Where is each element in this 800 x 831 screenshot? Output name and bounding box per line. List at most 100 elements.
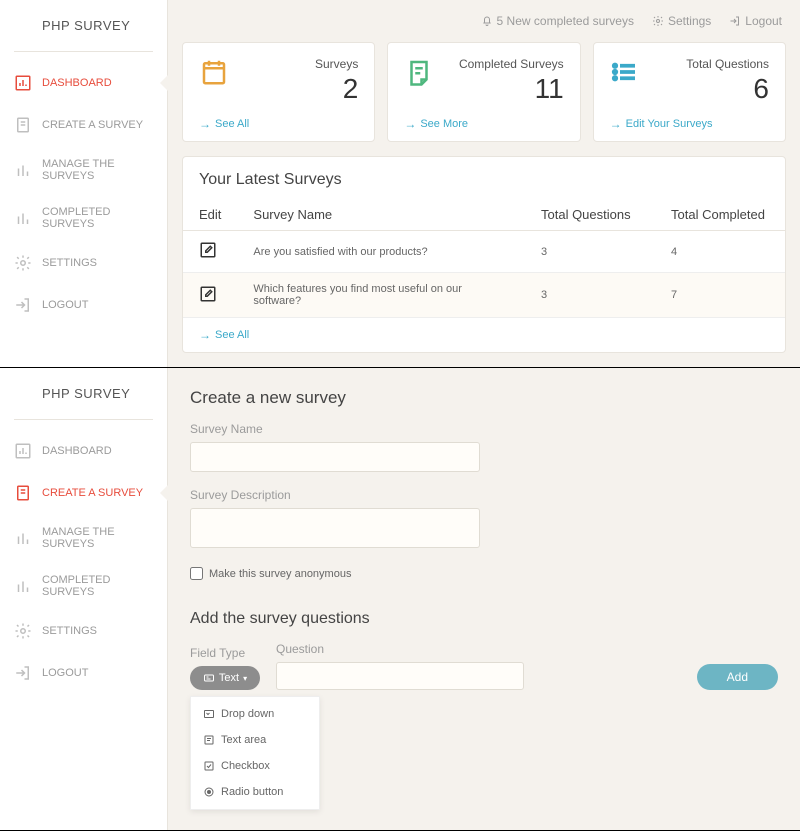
settings-link[interactable]: Settings <box>652 14 711 28</box>
question-label: Question <box>276 642 524 656</box>
th-name: Survey Name <box>237 199 525 231</box>
sidebar: PHP SURVEY DASHBOARD CREATE A SURVEY MAN… <box>0 368 168 830</box>
logout-icon <box>14 664 32 682</box>
app-title: PHP SURVEY <box>0 368 167 419</box>
logout-link[interactable]: Logout <box>729 14 782 28</box>
calendar-icon <box>199 57 229 87</box>
list-icon <box>610 57 640 87</box>
sidebar-item-manage[interactable]: MANAGE THE SURVEYS <box>0 514 167 562</box>
table-row: Are you satisfied with our products? 3 4 <box>183 231 785 273</box>
field-type-dropdown: Drop down Text area Checkbox Radio butto… <box>190 696 320 810</box>
note-icon <box>404 57 434 87</box>
card-label: Surveys <box>315 57 358 71</box>
card-label: Total Questions <box>686 57 769 71</box>
questions-title: Add the survey questions <box>190 610 778 628</box>
latest-surveys-panel: Your Latest Surveys Edit Survey Name Tot… <box>182 156 786 353</box>
anonymous-label: Make this survey anonymous <box>209 568 351 580</box>
card-surveys: Surveys 2 →See All <box>182 42 375 142</box>
stat-cards: Surveys 2 →See All Completed Surveys 11 … <box>168 42 800 156</box>
question-input[interactable] <box>276 662 524 690</box>
sidebar-label: DASHBOARD <box>42 77 112 89</box>
arrow-icon: → <box>610 117 622 131</box>
textarea-icon <box>203 734 215 746</box>
survey-desc-label: Survey Description <box>190 488 778 502</box>
text-icon <box>203 672 215 684</box>
sidebar-label: COMPLETED SURVEYS <box>42 206 153 230</box>
bars-icon <box>14 577 32 595</box>
sidebar-label: SETTINGS <box>42 257 97 269</box>
anonymous-checkbox[interactable] <box>190 567 203 580</box>
card-completed: Completed Surveys 11 →See More <box>387 42 580 142</box>
chart-icon <box>14 74 32 92</box>
cell-questions: 3 <box>525 273 655 318</box>
arrow-icon: → <box>199 328 211 342</box>
gear-icon <box>652 15 664 27</box>
cell-questions: 3 <box>525 231 655 273</box>
sidebar-label: LOGOUT <box>42 299 88 311</box>
add-button[interactable]: Add <box>697 664 778 690</box>
dropdown-item-dropdown[interactable]: Drop down <box>191 701 319 727</box>
sidebar-item-logout[interactable]: LOGOUT <box>0 284 167 326</box>
card-value: 6 <box>686 73 769 105</box>
sidebar-item-dashboard[interactable]: DASHBOARD <box>0 430 167 472</box>
divider <box>14 51 153 52</box>
edit-icon[interactable] <box>199 241 217 259</box>
anonymous-row[interactable]: Make this survey anonymous <box>190 567 778 580</box>
notifications-link[interactable]: 5 New completed surveys <box>481 14 634 28</box>
card-link-see-all[interactable]: →See All <box>199 117 358 131</box>
th-completed: Total Completed <box>655 199 785 231</box>
dropdown-item-radio[interactable]: Radio button <box>191 779 319 805</box>
bars-icon <box>14 529 32 547</box>
table-row: Which features you find most useful on o… <box>183 273 785 318</box>
sidebar-item-settings[interactable]: SETTINGS <box>0 242 167 284</box>
sidebar-label: DASHBOARD <box>42 445 112 457</box>
sidebar-item-create[interactable]: CREATE A SURVEY <box>0 104 167 146</box>
sidebar-item-logout[interactable]: LOGOUT <box>0 652 167 694</box>
field-type-label: Field Type <box>190 646 260 660</box>
sidebar-item-dashboard[interactable]: DASHBOARD <box>0 62 167 104</box>
card-link-edit-surveys[interactable]: →Edit Your Surveys <box>610 117 769 131</box>
sidebar-item-manage[interactable]: MANAGE THE SURVEYS <box>0 146 167 194</box>
sidebar-label: CREATE A SURVEY <box>42 119 143 131</box>
bell-icon <box>481 15 493 27</box>
sidebar-label: SETTINGS <box>42 625 97 637</box>
bars-icon <box>14 161 32 179</box>
dropdown-item-checkbox[interactable]: Checkbox <box>191 753 319 779</box>
edit-icon[interactable] <box>199 285 217 303</box>
card-value: 11 <box>459 73 564 105</box>
logout-icon <box>14 296 32 314</box>
document-icon <box>14 116 32 134</box>
survey-name-input[interactable] <box>190 442 480 472</box>
sidebar-item-settings[interactable]: SETTINGS <box>0 610 167 652</box>
survey-desc-input[interactable] <box>190 508 480 548</box>
cell-completed: 7 <box>655 273 785 318</box>
sidebar-item-completed[interactable]: COMPLETED SURVEYS <box>0 194 167 242</box>
settings-text: Settings <box>668 14 711 28</box>
card-link-see-more[interactable]: →See More <box>404 117 563 131</box>
topbar: 5 New completed surveys Settings Logout <box>168 0 800 42</box>
surveys-table: Edit Survey Name Total Questions Total C… <box>183 199 785 318</box>
document-icon <box>14 484 32 502</box>
field-type-button[interactable]: Text ▾ <box>190 666 260 690</box>
sidebar: PHP SURVEY DASHBOARD CREATE A SURVEY MAN… <box>0 0 168 367</box>
survey-name-label: Survey Name <box>190 422 778 436</box>
bars-icon <box>14 209 32 227</box>
sidebar-item-create[interactable]: CREATE A SURVEY <box>0 472 167 514</box>
sidebar-label: COMPLETED SURVEYS <box>42 574 153 598</box>
arrow-icon: → <box>404 117 416 131</box>
sidebar-item-completed[interactable]: COMPLETED SURVEYS <box>0 562 167 610</box>
logout-icon <box>729 15 741 27</box>
app-title: PHP SURVEY <box>0 0 167 51</box>
notifications-text: 5 New completed surveys <box>497 14 634 28</box>
sidebar-label: LOGOUT <box>42 667 88 679</box>
logout-text: Logout <box>745 14 782 28</box>
sidebar-label: MANAGE THE SURVEYS <box>42 526 153 550</box>
caret-icon: ▾ <box>243 674 247 683</box>
divider <box>14 419 153 420</box>
sidebar-label: MANAGE THE SURVEYS <box>42 158 153 182</box>
dropdown-item-textarea[interactable]: Text area <box>191 727 319 753</box>
see-all-link[interactable]: →See All <box>199 328 769 342</box>
th-questions: Total Questions <box>525 199 655 231</box>
radio-icon <box>203 786 215 798</box>
dropdown-icon <box>203 708 215 720</box>
